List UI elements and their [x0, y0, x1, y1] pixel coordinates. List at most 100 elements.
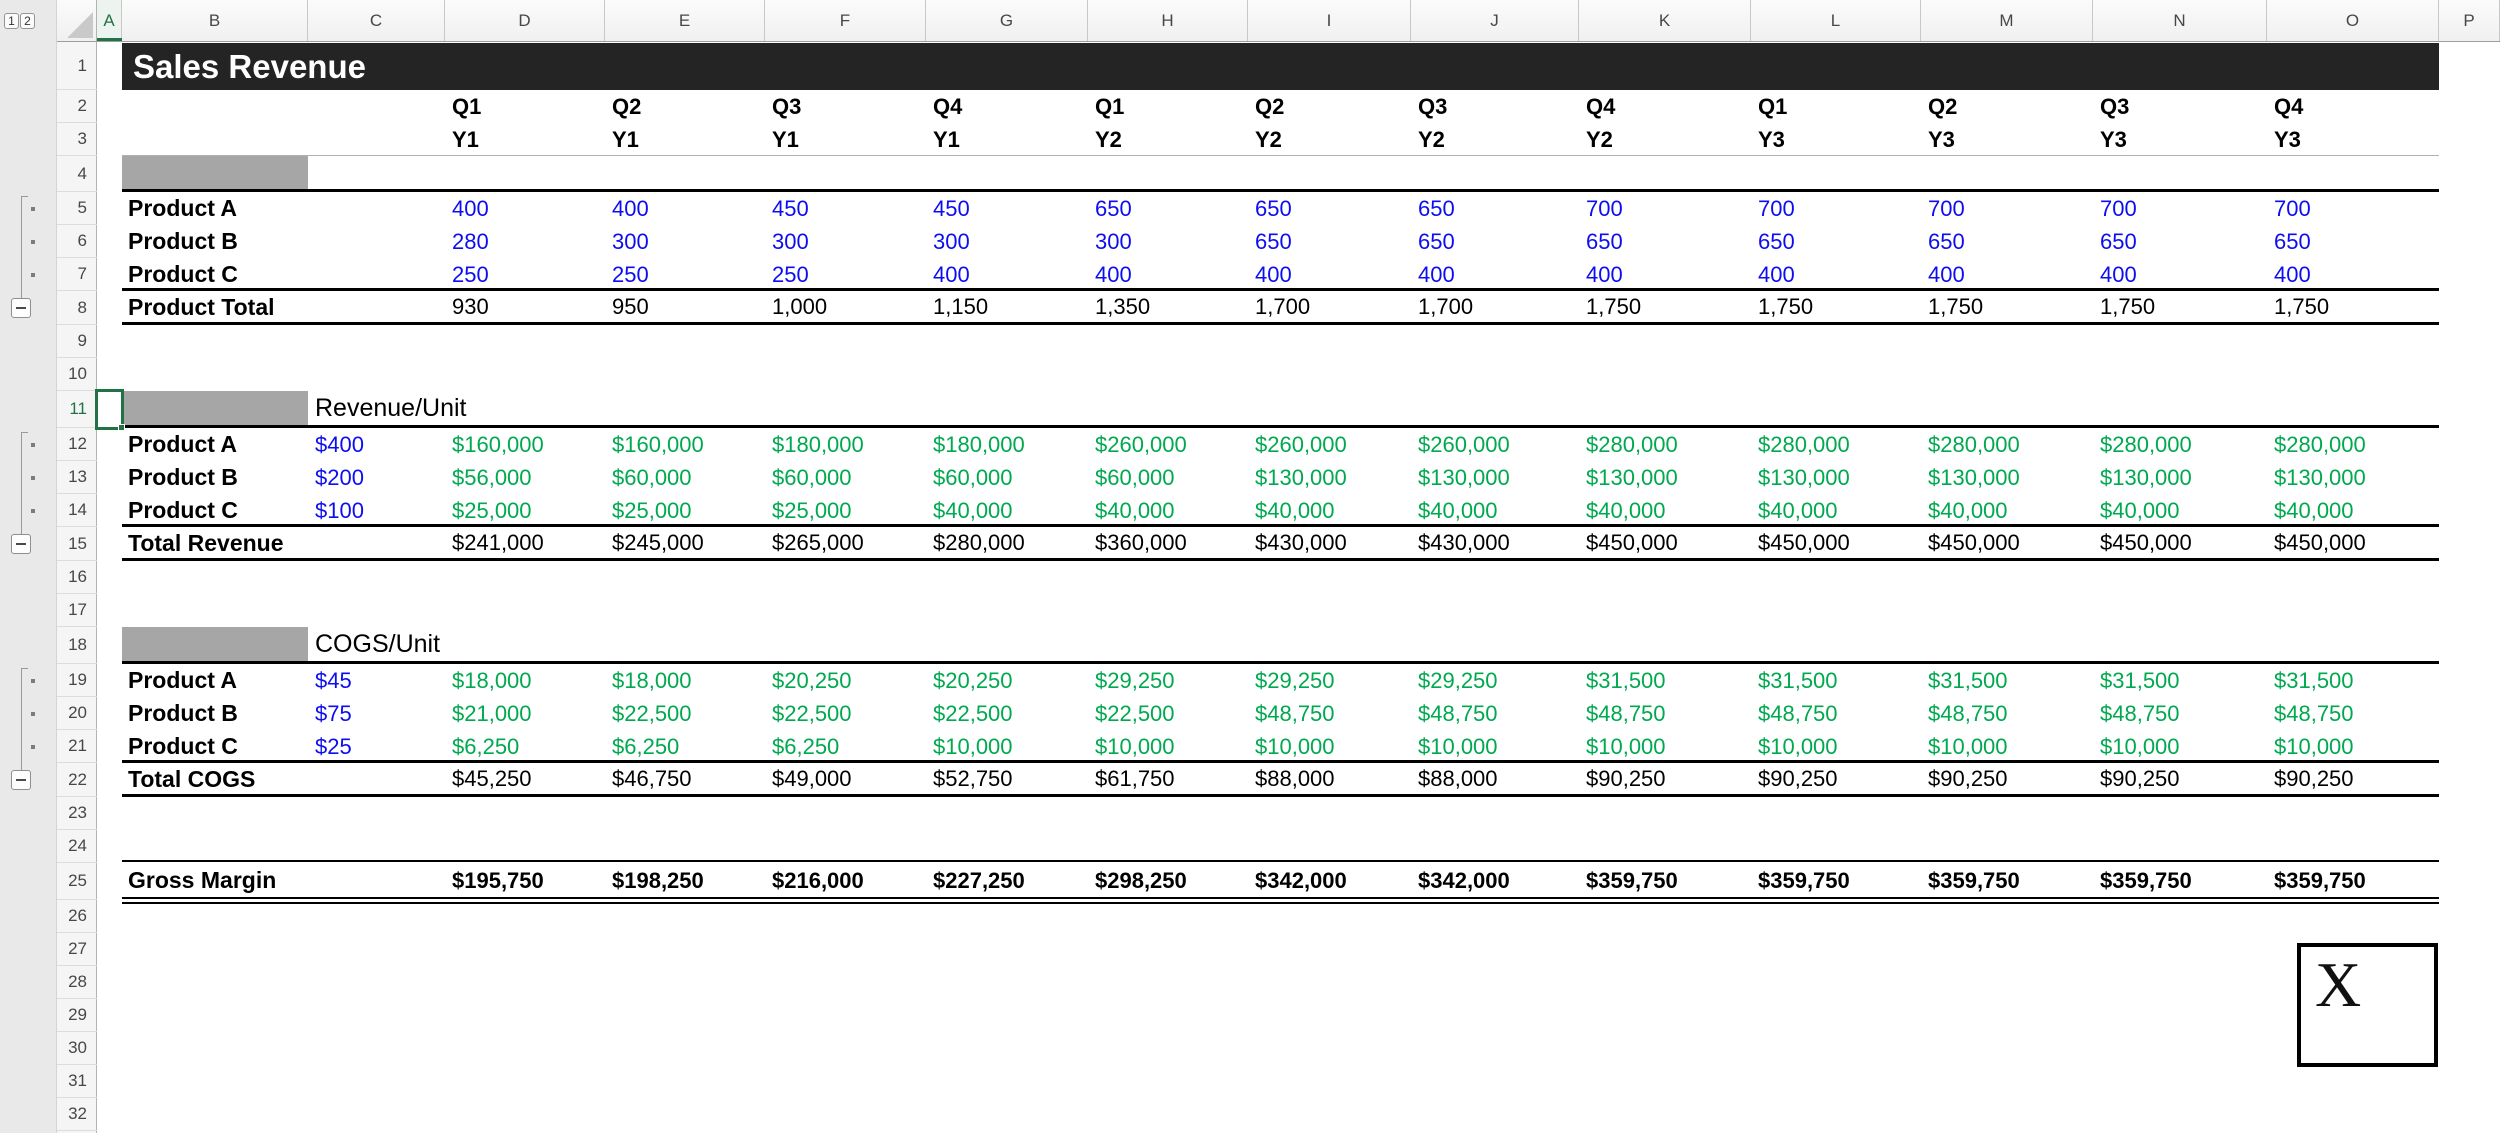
cell-B21[interactable]: Product C	[128, 730, 238, 763]
cell-O6[interactable]: 650	[2274, 225, 2311, 258]
cell-L8[interactable]: 1,750	[1758, 291, 1813, 323]
cell-D15[interactable]: $241,000	[452, 527, 544, 559]
row-header-17[interactable]: 17	[57, 594, 97, 627]
cell-F21[interactable]: $6,250	[772, 730, 839, 763]
cell-O3[interactable]: Y3	[2274, 123, 2301, 156]
cell-G21[interactable]: $10,000	[933, 730, 1013, 763]
cell-B20[interactable]: Product B	[128, 697, 238, 730]
cell-G3[interactable]: Y1	[933, 123, 960, 156]
select-all-corner[interactable]	[57, 0, 97, 42]
cell-I13[interactable]: $130,000	[1255, 461, 1347, 494]
cell-O13[interactable]: $130,000	[2274, 461, 2366, 494]
cell-N21[interactable]: $10,000	[2100, 730, 2180, 763]
cell-B25[interactable]: Gross Margin	[128, 863, 276, 898]
fill-handle[interactable]	[118, 424, 125, 431]
cell-G25[interactable]: $227,250	[933, 863, 1025, 898]
cell-H15[interactable]: $360,000	[1095, 527, 1187, 559]
cell-K15[interactable]: $450,000	[1586, 527, 1678, 559]
cell-M22[interactable]: $90,250	[1928, 763, 2008, 795]
cell-L6[interactable]: 650	[1758, 225, 1795, 258]
cell-M6[interactable]: 650	[1928, 225, 1965, 258]
cell-H7[interactable]: 400	[1095, 258, 1132, 291]
cell-K12[interactable]: $280,000	[1586, 428, 1678, 461]
column-header-J[interactable]: J	[1411, 0, 1579, 42]
cell-J2[interactable]: Q3	[1418, 90, 1447, 123]
cell-J19[interactable]: $29,250	[1418, 664, 1498, 697]
cell-B19[interactable]: Product A	[128, 664, 237, 697]
cell-D2[interactable]: Q1	[452, 90, 481, 123]
row-header-15[interactable]: 15	[57, 527, 97, 561]
cell-I3[interactable]: Y2	[1255, 123, 1282, 156]
cell-I25[interactable]: $342,000	[1255, 863, 1347, 898]
cell-B7[interactable]: Product C	[128, 258, 238, 291]
cell-C19[interactable]: $45	[315, 664, 352, 697]
cell-H20[interactable]: $22,500	[1095, 697, 1175, 730]
cell-G14[interactable]: $40,000	[933, 494, 1013, 527]
cell-B22[interactable]: Total COGS	[128, 763, 255, 795]
x-image-box[interactable]: X	[2297, 943, 2438, 1067]
cell-N15[interactable]: $450,000	[2100, 527, 2192, 559]
cell-D13[interactable]: $56,000	[452, 461, 532, 494]
cell-M12[interactable]: $280,000	[1928, 428, 2020, 461]
cell-F7[interactable]: 250	[772, 258, 809, 291]
cell-I15[interactable]: $430,000	[1255, 527, 1347, 559]
cell-C12[interactable]: $400	[315, 428, 364, 461]
cell-E7[interactable]: 250	[612, 258, 649, 291]
cell-O2[interactable]: Q4	[2274, 90, 2303, 123]
cell-G13[interactable]: $60,000	[933, 461, 1013, 494]
cell-N20[interactable]: $48,750	[2100, 697, 2180, 730]
cell-L25[interactable]: $359,750	[1758, 863, 1850, 898]
cell-G7[interactable]: 400	[933, 258, 970, 291]
row-header-21[interactable]: 21	[57, 730, 97, 763]
cell-D14[interactable]: $25,000	[452, 494, 532, 527]
cell-H19[interactable]: $29,250	[1095, 664, 1175, 697]
row-header-1[interactable]: 1	[57, 42, 97, 90]
row-header-5[interactable]: 5	[57, 192, 97, 225]
column-header-N[interactable]: N	[2093, 0, 2267, 42]
cell-L7[interactable]: 400	[1758, 258, 1795, 291]
cell-F12[interactable]: $180,000	[772, 428, 864, 461]
cell-C13[interactable]: $200	[315, 461, 364, 494]
cell-J21[interactable]: $10,000	[1418, 730, 1498, 763]
cell-M15[interactable]: $450,000	[1928, 527, 2020, 559]
cell-G12[interactable]: $180,000	[933, 428, 1025, 461]
cell-N6[interactable]: 650	[2100, 225, 2137, 258]
cell-F22[interactable]: $49,000	[772, 763, 852, 795]
cell-M2[interactable]: Q2	[1928, 90, 1957, 123]
cell-O22[interactable]: $90,250	[2274, 763, 2354, 795]
cell-B5[interactable]: Product A	[128, 192, 237, 225]
cell-E20[interactable]: $22,500	[612, 697, 692, 730]
cell-L19[interactable]: $31,500	[1758, 664, 1838, 697]
cell-K21[interactable]: $10,000	[1586, 730, 1666, 763]
row-header-29[interactable]: 29	[57, 999, 97, 1032]
cell-F2[interactable]: Q3	[772, 90, 801, 123]
cell-E3[interactable]: Y1	[612, 123, 639, 156]
cell-K8[interactable]: 1,750	[1586, 291, 1641, 323]
cell-H14[interactable]: $40,000	[1095, 494, 1175, 527]
cell-E8[interactable]: 950	[612, 291, 649, 323]
row-header-13[interactable]: 13	[57, 461, 97, 494]
cell-O19[interactable]: $31,500	[2274, 664, 2354, 697]
cell-D12[interactable]: $160,000	[452, 428, 544, 461]
cell-L21[interactable]: $10,000	[1758, 730, 1838, 763]
cell-E21[interactable]: $6,250	[612, 730, 679, 763]
cell-K6[interactable]: 650	[1586, 225, 1623, 258]
column-header-O[interactable]: O	[2267, 0, 2439, 42]
cell-G19[interactable]: $20,250	[933, 664, 1013, 697]
row-header-30[interactable]: 30	[57, 1032, 97, 1065]
section-label-revenue[interactable]	[122, 391, 308, 425]
cell-H2[interactable]: Q1	[1095, 90, 1124, 123]
cell-B15[interactable]: Total Revenue	[128, 527, 284, 559]
cell-D22[interactable]: $45,250	[452, 763, 532, 795]
cell-N8[interactable]: 1,750	[2100, 291, 2155, 323]
row-header-16[interactable]: 16	[57, 561, 97, 594]
cell-I14[interactable]: $40,000	[1255, 494, 1335, 527]
cell-O15[interactable]: $450,000	[2274, 527, 2366, 559]
cell-N2[interactable]: Q3	[2100, 90, 2129, 123]
row-header-3[interactable]: 3	[57, 123, 97, 156]
cell-M14[interactable]: $40,000	[1928, 494, 2008, 527]
row-header-4[interactable]: 4	[57, 156, 97, 192]
cell-O8[interactable]: 1,750	[2274, 291, 2329, 323]
cell-B8[interactable]: Product Total	[128, 291, 275, 323]
cell-N14[interactable]: $40,000	[2100, 494, 2180, 527]
